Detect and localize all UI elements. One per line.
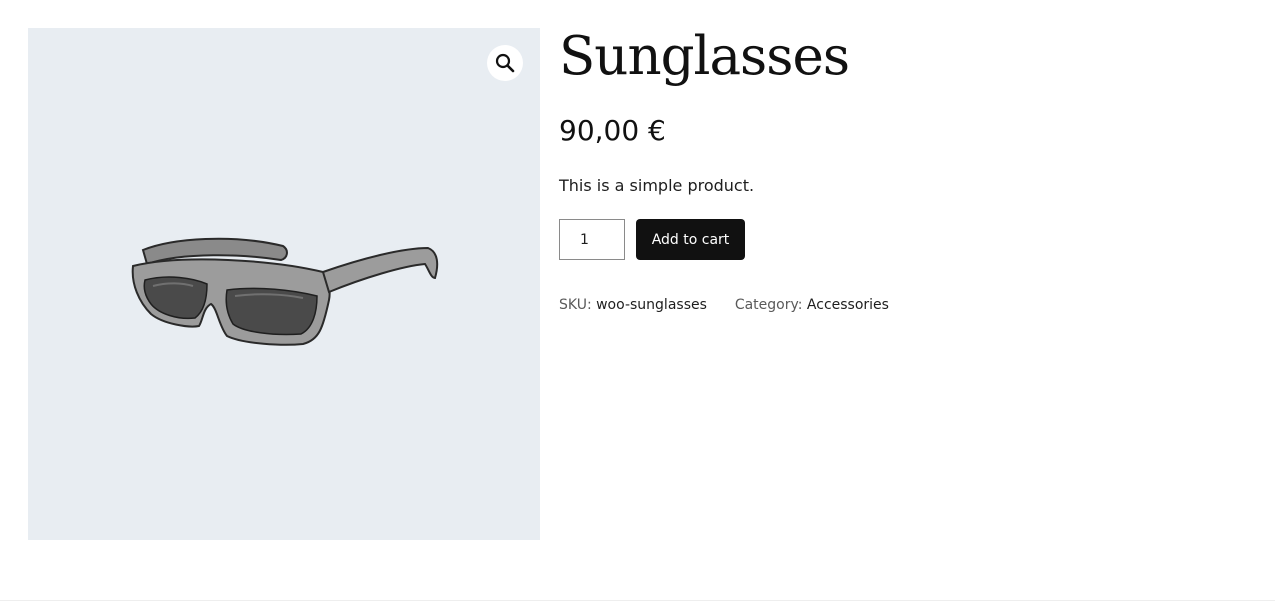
category-link[interactable]: Accessories bbox=[807, 297, 889, 313]
product-price: 90,00 € bbox=[559, 114, 666, 147]
product-meta: SKU: woo-sunglasses Category: Accessorie… bbox=[559, 296, 889, 314]
category-wrapper: Category: Accessories bbox=[730, 297, 889, 313]
product-gallery bbox=[28, 28, 540, 540]
magnifier-icon bbox=[495, 53, 515, 73]
add-to-cart-form: Add to cart bbox=[559, 219, 745, 260]
product-summary: Sunglasses 90,00 € This is a simple prod… bbox=[559, 26, 1249, 313]
category-label: Category: bbox=[734, 297, 803, 313]
sku-value: woo-sunglasses bbox=[596, 297, 707, 313]
sku-wrapper: SKU: woo-sunglasses bbox=[559, 297, 711, 313]
zoom-button[interactable] bbox=[487, 45, 523, 81]
sunglasses-image[interactable] bbox=[123, 208, 443, 388]
product-short-description: This is a simple product. bbox=[559, 176, 755, 195]
add-to-cart-button[interactable]: Add to cart bbox=[636, 219, 745, 260]
product-title: Sunglasses bbox=[559, 26, 850, 87]
quantity-input[interactable] bbox=[559, 219, 625, 260]
sku-label: SKU: bbox=[559, 297, 592, 313]
divider bbox=[0, 600, 1275, 601]
